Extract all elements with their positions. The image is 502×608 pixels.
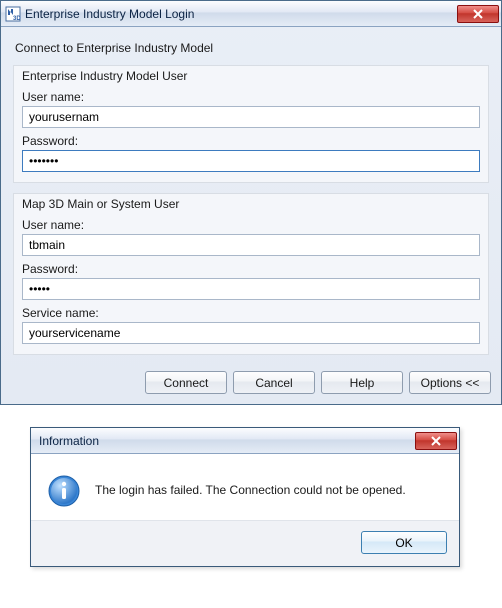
info-title: Information bbox=[39, 434, 99, 448]
information-icon bbox=[47, 474, 81, 508]
info-footer: OK bbox=[31, 521, 459, 566]
info-ok-button[interactable]: OK bbox=[361, 531, 447, 554]
service-label: Service name: bbox=[22, 306, 480, 320]
group-map3d-user: Map 3D Main or System User User name: Pa… bbox=[13, 193, 489, 355]
login-close-button[interactable] bbox=[457, 5, 499, 23]
info-close-button[interactable] bbox=[415, 432, 457, 450]
info-body: The login has failed. The Connection cou… bbox=[31, 454, 459, 521]
options-button[interactable]: Options << bbox=[409, 371, 491, 394]
password2-label: Password: bbox=[22, 262, 480, 276]
group-enterprise-user: Enterprise Industry Model User User name… bbox=[13, 65, 489, 183]
info-dialog: Information The login has faile bbox=[30, 427, 460, 567]
cancel-button[interactable]: Cancel bbox=[233, 371, 315, 394]
username2-label: User name: bbox=[22, 218, 480, 232]
login-titlebar: 3D Enterprise Industry Model Login bbox=[1, 1, 501, 27]
login-button-row: Connect Cancel Help Options << bbox=[1, 369, 501, 394]
svg-text:3D: 3D bbox=[13, 16, 21, 22]
login-dialog: 3D Enterprise Industry Model Login Conne… bbox=[0, 0, 502, 405]
group-enterprise-user-title: Enterprise Industry Model User bbox=[22, 69, 480, 83]
connect-button[interactable]: Connect bbox=[145, 371, 227, 394]
password1-input[interactable] bbox=[22, 150, 480, 172]
info-titlebar: Information bbox=[31, 428, 459, 454]
group-map3d-user-title: Map 3D Main or System User bbox=[22, 197, 480, 211]
login-subtitle: Connect to Enterprise Industry Model bbox=[15, 41, 489, 55]
login-body: Connect to Enterprise Industry Model Ent… bbox=[1, 27, 501, 369]
service-input[interactable] bbox=[22, 322, 480, 344]
app-icon: 3D bbox=[5, 6, 21, 22]
info-message: The login has failed. The Connection cou… bbox=[95, 483, 406, 499]
password2-input[interactable] bbox=[22, 278, 480, 300]
help-button[interactable]: Help bbox=[321, 371, 403, 394]
login-title: Enterprise Industry Model Login bbox=[25, 7, 194, 21]
username1-input[interactable] bbox=[22, 106, 480, 128]
password1-label: Password: bbox=[22, 134, 480, 148]
username1-label: User name: bbox=[22, 90, 480, 104]
username2-input[interactable] bbox=[22, 234, 480, 256]
